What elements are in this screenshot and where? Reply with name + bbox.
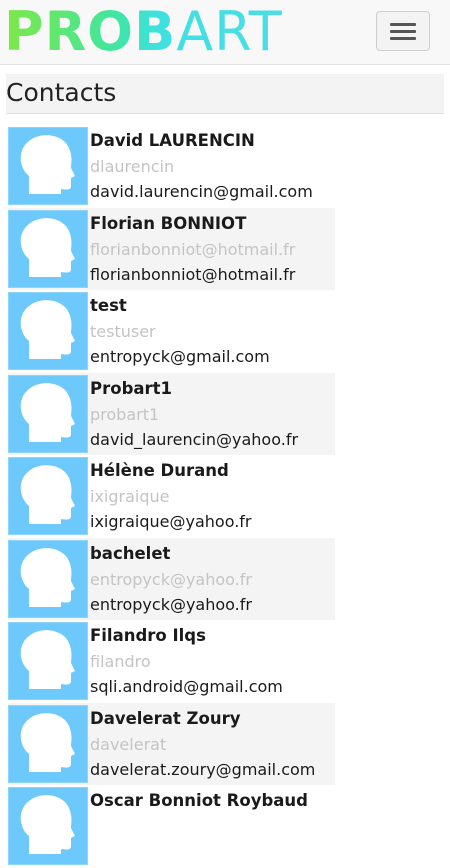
contact-email: florianbonniot@hotmail.fr xyxy=(90,264,296,284)
contact-name: test xyxy=(90,296,127,315)
person-silhouette-icon xyxy=(20,712,75,772)
person-silhouette-icon xyxy=(20,300,75,359)
contact-username: ixigraique xyxy=(90,487,170,506)
contact-email: ixigraique@yahoo.fr xyxy=(90,512,252,531)
contact-username: davelerat xyxy=(90,734,167,754)
person-silhouette-icon xyxy=(20,795,75,854)
contact-username: entropyck@yahoo.fr xyxy=(90,569,252,589)
page-title: Contacts xyxy=(6,74,444,114)
person-silhouette-icon xyxy=(20,135,75,194)
person-silhouette-icon xyxy=(20,547,75,607)
contact-username: dlaurencin xyxy=(90,157,175,176)
contact-row[interactable]: Davelerat Zoury davelerat davelerat.zour… xyxy=(8,702,335,785)
person-silhouette-icon xyxy=(20,217,75,277)
contact-row[interactable]: David LAURENCIN dlaurencin david.laurenc… xyxy=(8,125,335,208)
contact-email: sqli.android@gmail.com xyxy=(90,677,283,696)
contact-name: Filandro Ilqs xyxy=(90,626,206,645)
contact-row[interactable]: Hélène Durand ixigraique ixigraique@yaho… xyxy=(8,455,335,538)
contact-name: David LAURENCIN xyxy=(90,131,255,150)
person-silhouette-icon xyxy=(20,465,75,524)
person-silhouette-icon xyxy=(20,382,75,442)
contact-name: Hélène Durand xyxy=(90,461,229,480)
avatar xyxy=(8,292,88,370)
contact-row[interactable]: Oscar Bonniot Roybaud xyxy=(8,785,335,868)
avatar xyxy=(8,539,88,618)
contact-username: florianbonniot@hotmail.fr xyxy=(90,239,296,259)
logo-bold-text: PROB xyxy=(4,0,177,63)
top-navbar: PROBART xyxy=(0,0,450,65)
contact-row[interactable]: bachelet entropyck@yahoo.fr entropyck@ya… xyxy=(8,537,335,620)
contact-name: Oscar Bonniot Roybaud xyxy=(90,791,308,810)
contact-name: Florian BONNIOT xyxy=(90,213,247,233)
contact-email: davelerat.zoury@gmail.com xyxy=(90,759,316,779)
contact-username: probart1 xyxy=(90,404,160,424)
contact-row[interactable]: Probart1 probart1 david_laurencin@yahoo.… xyxy=(8,372,335,455)
avatar xyxy=(8,622,88,700)
contact-username: filandro xyxy=(90,652,151,671)
avatar xyxy=(8,209,88,288)
avatar xyxy=(8,374,88,453)
contact-row[interactable]: Florian BONNIOT florianbonniot@hotmail.f… xyxy=(8,207,335,290)
contact-row[interactable]: Filandro Ilqs filandro sqli.android@gmai… xyxy=(8,620,335,703)
avatar xyxy=(8,787,88,865)
contact-name: bachelet xyxy=(90,543,171,563)
contact-username: testuser xyxy=(90,322,156,341)
contact-list: David LAURENCIN dlaurencin david.laurenc… xyxy=(8,125,338,868)
contact-row[interactable]: test testuser entropyck@gmail.com xyxy=(8,290,335,373)
brand-logo[interactable]: PROBART xyxy=(4,4,283,60)
person-silhouette-icon xyxy=(20,630,75,689)
contact-name: Probart1 xyxy=(90,378,173,398)
hamburger-icon xyxy=(390,30,416,33)
avatar xyxy=(8,457,88,535)
contact-email: david.laurencin@gmail.com xyxy=(90,182,313,201)
avatar xyxy=(8,704,88,783)
menu-toggle-button[interactable] xyxy=(376,11,430,51)
contact-email: entropyck@yahoo.fr xyxy=(90,594,252,614)
avatar xyxy=(8,127,88,205)
contact-name: Davelerat Zoury xyxy=(90,708,241,728)
hamburger-icon xyxy=(390,37,416,40)
hamburger-icon xyxy=(390,23,416,26)
contact-email: david_laurencin@yahoo.fr xyxy=(90,429,299,449)
contact-email: entropyck@gmail.com xyxy=(90,347,270,366)
logo-light-text: ART xyxy=(176,0,283,63)
